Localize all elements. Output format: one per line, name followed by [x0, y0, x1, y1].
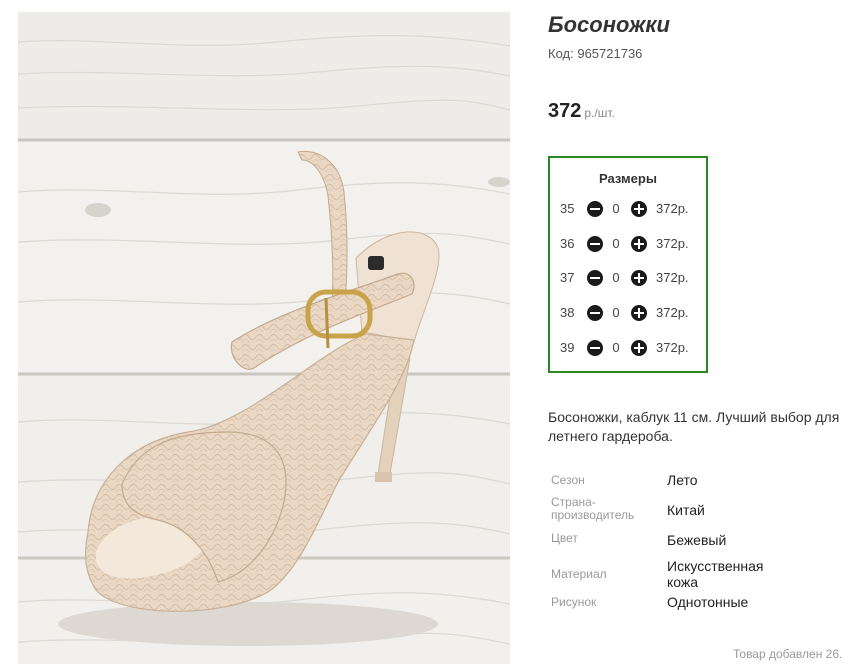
attribute-row-country: Страна-производитель Китай	[548, 496, 838, 526]
attribute-row-material: Материал Искусственная кожа	[548, 556, 838, 590]
attribute-row-pattern: Рисунок Однотонные	[548, 588, 838, 618]
size-price: 372р.	[656, 340, 689, 355]
plus-circle-icon[interactable]	[631, 201, 647, 217]
quantity-value: 0	[612, 270, 620, 285]
size-price: 372р.	[656, 201, 689, 216]
size-label: 35	[560, 201, 575, 216]
minus-circle-icon[interactable]	[587, 236, 603, 252]
attributes-table: Сезон Лето Страна-производитель Китай Цв…	[548, 466, 838, 618]
minus-circle-icon[interactable]	[587, 270, 603, 286]
attribute-value: Искусственная кожа	[667, 558, 764, 590]
plus-circle-icon[interactable]	[631, 236, 647, 252]
size-price: 372р.	[656, 270, 689, 285]
size-row-37: 37 0 372р.	[550, 267, 706, 289]
size-row-39: 39 0 372р.	[550, 337, 706, 359]
size-label: 38	[560, 305, 575, 320]
size-price: 372р.	[656, 236, 689, 251]
price-unit: р./шт.	[584, 106, 615, 120]
quantity-value: 0	[612, 305, 620, 320]
attribute-name: Рисунок	[551, 595, 597, 609]
size-row-38: 38 0 372р.	[550, 302, 706, 324]
product-code: Код: 965721736	[548, 46, 642, 61]
attribute-value: Лето	[667, 472, 698, 488]
attribute-value: Однотонные	[667, 594, 749, 610]
attribute-value: Китай	[667, 502, 705, 518]
product-code-label: Код:	[548, 46, 574, 61]
attribute-value: Бежевый	[667, 532, 727, 548]
product-price: 372 р./шт.	[548, 100, 615, 123]
size-row-36: 36 0 372р.	[550, 233, 706, 255]
sizes-title: Размеры	[599, 171, 657, 186]
quantity-value: 0	[612, 340, 620, 355]
plus-circle-icon[interactable]	[631, 305, 647, 321]
plus-circle-icon[interactable]	[631, 270, 647, 286]
product-title: Босоножки	[548, 12, 670, 37]
attribute-row-season: Сезон Лето	[548, 466, 838, 496]
minus-circle-icon[interactable]	[587, 305, 603, 321]
attribute-name: Страна-производитель	[551, 495, 635, 522]
size-label: 39	[560, 340, 575, 355]
minus-circle-icon[interactable]	[587, 340, 603, 356]
size-label: 36	[560, 236, 575, 251]
attribute-name: Цвет	[551, 531, 578, 545]
plus-circle-icon[interactable]	[631, 340, 647, 356]
size-row-35: 35 0 372р.	[550, 198, 706, 220]
attribute-name: Материал	[551, 567, 607, 581]
product-photo[interactable]	[18, 12, 510, 664]
size-price: 372р.	[656, 305, 689, 320]
price-value: 372	[548, 100, 582, 122]
minus-circle-icon[interactable]	[587, 201, 603, 217]
quantity-value: 0	[612, 201, 620, 216]
attribute-name: Сезон	[551, 473, 585, 487]
size-label: 37	[560, 270, 575, 285]
product-description: Босоножки, каблук 11 см. Лучший выбор дл…	[548, 409, 840, 444]
quantity-value: 0	[612, 236, 620, 251]
added-date-note: Товар добавлен 26.	[733, 647, 843, 661]
product-code-value: 965721736	[577, 46, 643, 61]
sizes-selector: Размеры 35 0 372р. 36 0 372р. 37 0 372р.…	[548, 156, 708, 373]
attribute-row-color: Цвет Бежевый	[548, 526, 838, 556]
